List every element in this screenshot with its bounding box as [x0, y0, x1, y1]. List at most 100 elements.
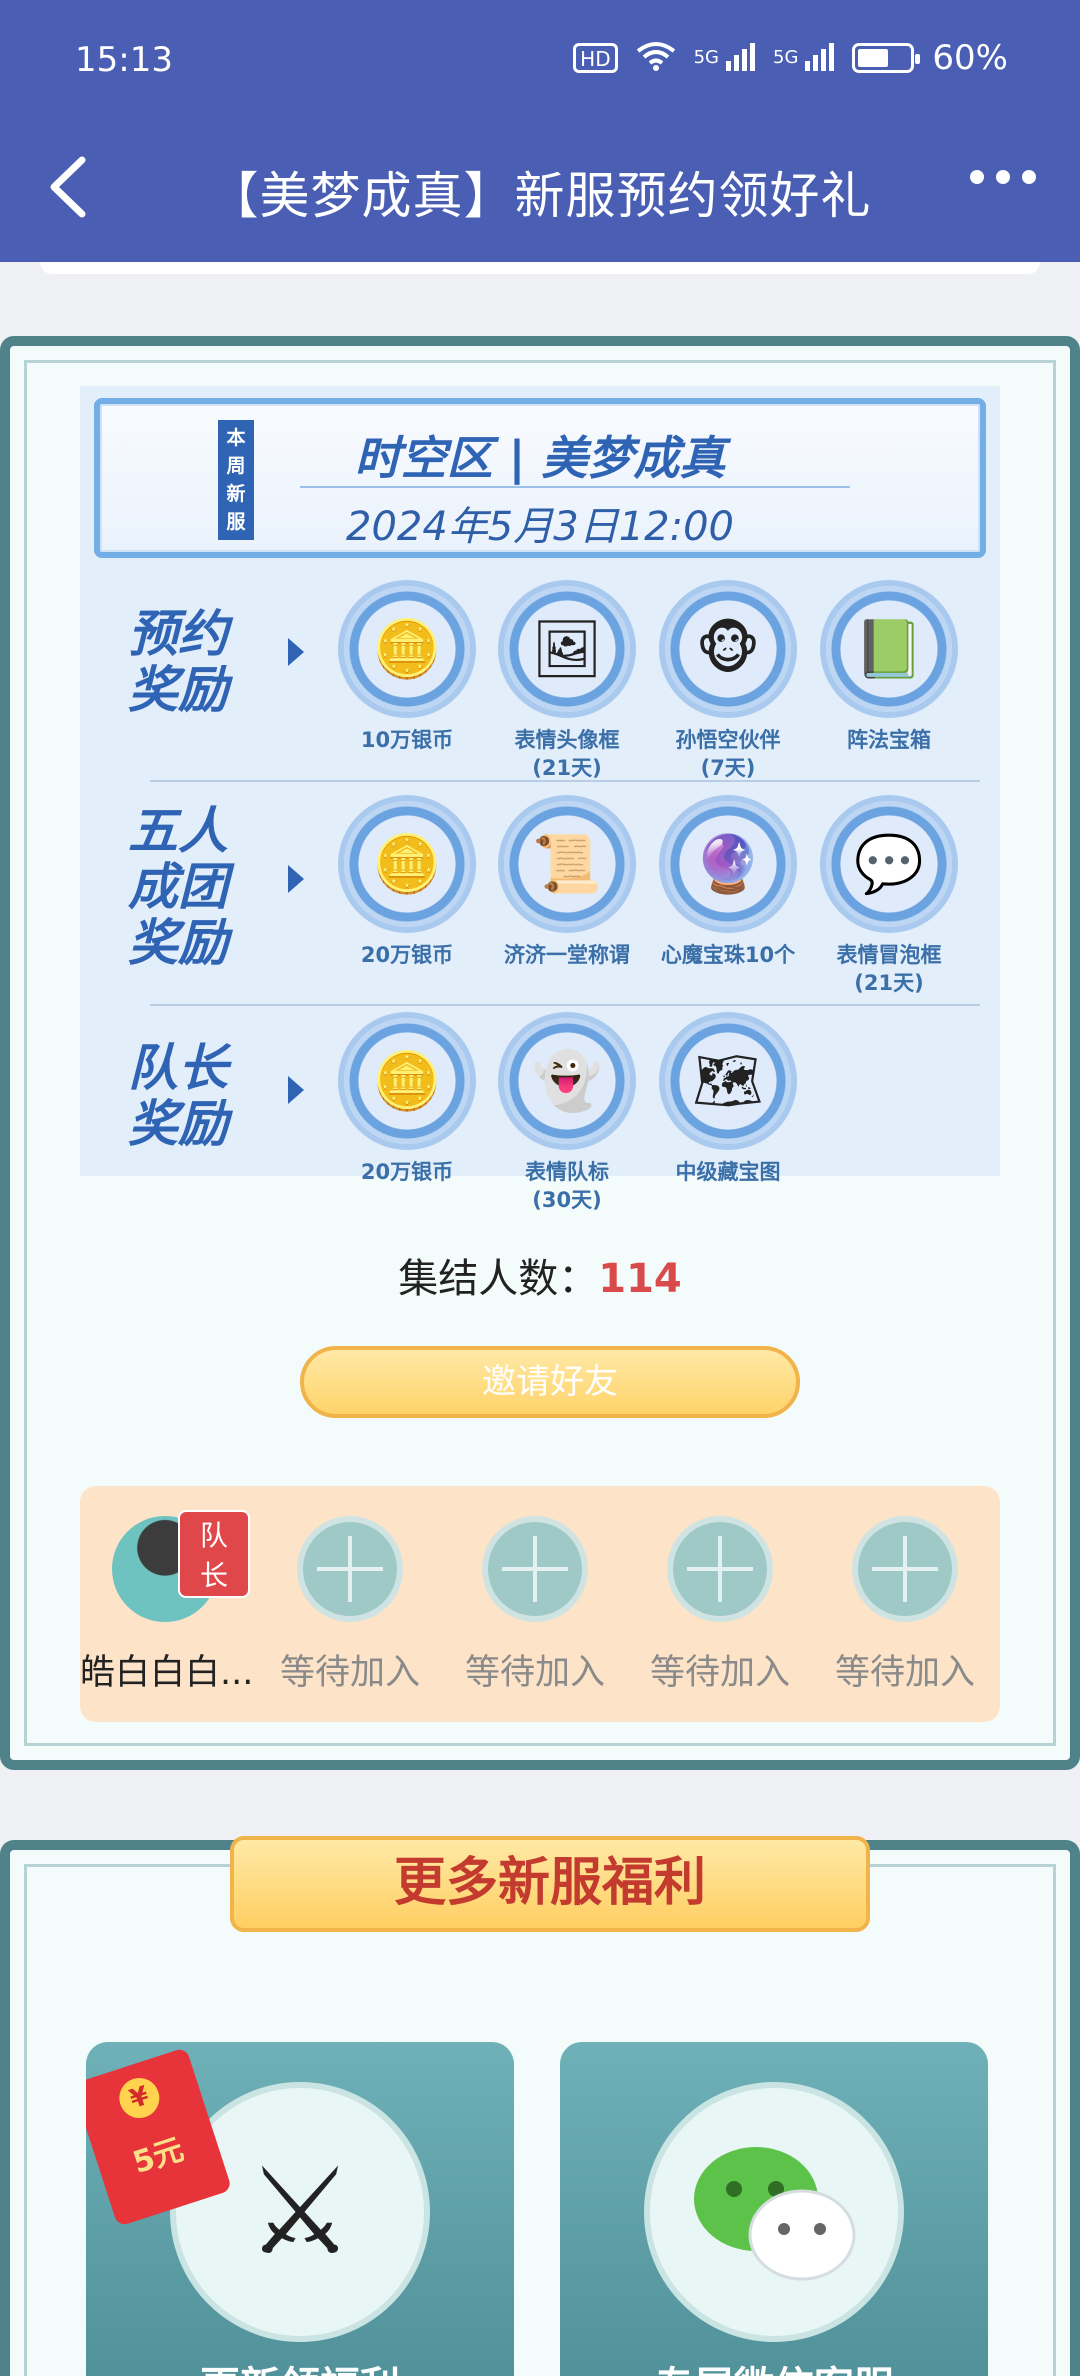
silver-coin-icon: 🪙	[344, 801, 470, 927]
formation-chest-icon: 📗	[826, 586, 952, 712]
add-member-icon	[852, 1516, 958, 1622]
waiting-label: 等待加入	[834, 1653, 975, 1693]
battery-level	[858, 49, 889, 67]
add-member-icon	[297, 1516, 403, 1622]
reward-panel: 本周新服 时空区 | 美梦成真 2024年5月3日12:00 预约 奖励 🪙 10…	[80, 386, 1000, 1212]
gather-number: 114	[598, 1256, 682, 1302]
network-label-1: 5G	[693, 47, 720, 68]
sun-wukong-icon: 🐵	[665, 586, 791, 712]
reward-item[interactable]: 🪙 10万银币	[332, 586, 482, 754]
reward-item[interactable]: 👻 表情队标 (30天)	[492, 1018, 642, 1214]
tile-label: 专属微信客服	[560, 2354, 988, 2376]
gather-count: 集结人数：114	[10, 1246, 1070, 1304]
demon-orb-icon: 🔮	[665, 801, 791, 927]
reward-item-label: 表情队标 (30天)	[492, 1158, 642, 1214]
reward-item[interactable]: 🖼 表情头像框 (21天)	[492, 586, 642, 782]
wifi-icon	[636, 41, 676, 75]
row-arrow-icon	[288, 638, 304, 666]
row-label-line: 奖励	[128, 914, 228, 972]
status-time: 15:13	[75, 40, 173, 80]
team-panel: 队长 皓白白白... 等待加入 等待加入 等待加入 等待加入	[80, 1486, 1000, 1722]
reward-item[interactable]: 🪙 20万银币	[332, 1018, 482, 1186]
signal-icon-1: 5G	[693, 41, 756, 75]
team-captain[interactable]: 队长 皓白白白...	[80, 1510, 254, 1695]
reward-item[interactable]: 🪙 20万银币	[332, 801, 482, 969]
row-label-line: 预约	[128, 605, 228, 663]
silver-coin-icon: 🪙	[344, 1018, 470, 1144]
reward-item-label-line: (30天)	[532, 1188, 602, 1212]
gather-label: 集结人数：	[398, 1256, 599, 1302]
reward-item-label: 阵法宝箱	[847, 728, 931, 752]
reward-item-label: 10万银币	[360, 728, 454, 752]
team-slot[interactable]: 等待加入	[635, 1516, 805, 1695]
reward-item[interactable]: 🐵 孙悟空伙伴 (7天)	[653, 586, 803, 782]
reward-item[interactable]: 📜 济济一堂称谓	[492, 801, 642, 969]
team-slot[interactable]: 等待加入	[820, 1516, 990, 1695]
reward-item-label-line: (7天)	[700, 756, 756, 780]
row-arrow-icon	[288, 865, 304, 893]
reward-item[interactable]: 🗺 中级藏宝图	[653, 1018, 803, 1186]
reward-item[interactable]: 🔮 心魔宝珠10个	[653, 801, 803, 969]
update-benefit-tile[interactable]: ⚔ 5元 更新领福利	[86, 2042, 514, 2376]
more-benefits-card: 更多新服福利 ⚔ 5元 更新领福利 专属微信客服	[0, 1836, 1080, 2376]
captain-badge: 队长	[178, 1510, 250, 1598]
row-label-line: 队长	[128, 1039, 228, 1097]
reward-item-label-line: 表情头像框	[514, 728, 620, 752]
reward-row-captain: 队长 奖励 🪙 20万银币 👻 表情队标 (30天) 🗺 中级藏宝图	[80, 1006, 1000, 1212]
signal-icon-2: 5G	[773, 41, 835, 75]
reward-row-team: 五人 成团 奖励 🪙 20万银币 📜 济济一堂称谓 🔮 心魔宝珠10个 💬 表情冒泡框 (…	[80, 791, 1000, 1001]
team-mark-icon: 👻	[504, 1018, 630, 1144]
battery-percent: 60%	[932, 38, 1008, 78]
row-arrow-icon	[288, 1076, 304, 1104]
top-bar: 15:13 HD 5G 5G 60% 【美梦成真】新服预约领好礼	[0, 0, 1080, 262]
battery-icon	[852, 43, 921, 73]
reward-item-label: 表情冒泡框 (21天)	[814, 941, 964, 997]
row-label-reservation: 预约 奖励	[128, 606, 228, 718]
more-menu-icon[interactable]	[970, 170, 1036, 184]
banner-divider	[300, 486, 850, 488]
page-title: 【美梦成真】新服预约领好礼	[208, 167, 872, 225]
add-member-icon	[482, 1516, 588, 1622]
reservation-card: 本周新服 时空区 | 美梦成真 2024年5月3日12:00 预约 奖励 🪙 10…	[0, 336, 1080, 1770]
status-bar: 15:13 HD 5G 5G 60%	[0, 0, 1080, 120]
network-label-2: 5G	[773, 47, 799, 68]
team-slot[interactable]: 等待加入	[265, 1516, 435, 1695]
row-label-line: 五人	[128, 802, 228, 860]
captain-name: 皓白白白...	[80, 1653, 254, 1693]
reward-item[interactable]: 💬 表情冒泡框 (21天)	[814, 801, 964, 997]
reward-item-label: 心魔宝珠10个	[660, 943, 796, 967]
wechat-service-tile[interactable]: 专属微信客服	[560, 2042, 988, 2376]
reward-item-label-line: 表情队标	[525, 1160, 609, 1184]
treasure-map-icon: 🗺	[665, 1018, 791, 1144]
bubble-frame-icon: 💬	[826, 801, 952, 927]
invite-friends-button[interactable]: 邀请好友	[300, 1346, 800, 1418]
reward-item[interactable]: 📗 阵法宝箱	[814, 586, 964, 754]
server-date: 2024年5月3日12:00	[346, 504, 734, 550]
server-banner: 本周新服 时空区 | 美梦成真 2024年5月3日12:00	[94, 398, 986, 558]
add-member-icon	[667, 1516, 773, 1622]
reward-row-reservation: 预约 奖励 🪙 10万银币 🖼 表情头像框 (21天) 🐵 孙悟空伙伴 (7天) 📗 阵法宝…	[80, 576, 1000, 780]
tile-label: 更新领福利	[86, 2354, 514, 2376]
reward-item-label: 孙悟空伙伴 (7天)	[653, 726, 803, 782]
waiting-label: 等待加入	[649, 1653, 790, 1693]
wechat-icon	[644, 2082, 904, 2342]
reward-item-label: 中级藏宝图	[675, 1160, 781, 1184]
reward-item-label: 表情头像框 (21天)	[492, 726, 642, 782]
reward-item-label: 20万银币	[360, 943, 454, 967]
reward-item-label: 20万银币	[360, 1160, 454, 1184]
row-label-line: 奖励	[128, 1095, 228, 1153]
row-label-line: 奖励	[128, 661, 228, 719]
row-label-team: 五人 成团 奖励	[128, 803, 228, 971]
silver-coin-icon: 🪙	[344, 586, 470, 712]
waiting-label: 等待加入	[464, 1653, 605, 1693]
reward-item-label-line: (21天)	[854, 971, 924, 995]
server-name: 时空区 | 美梦成真	[354, 431, 726, 485]
nav-bar: 【美梦成真】新服预约领好礼	[0, 120, 1080, 262]
avatar-frame-icon: 🖼	[504, 586, 630, 712]
row-label-line: 成团	[128, 858, 228, 916]
row-divider	[150, 780, 980, 782]
status-icons: HD 5G 5G 60%	[573, 38, 1008, 78]
top-strip	[40, 262, 1040, 274]
team-slot[interactable]: 等待加入	[450, 1516, 620, 1695]
reward-item-label-line: (21天)	[532, 756, 602, 780]
